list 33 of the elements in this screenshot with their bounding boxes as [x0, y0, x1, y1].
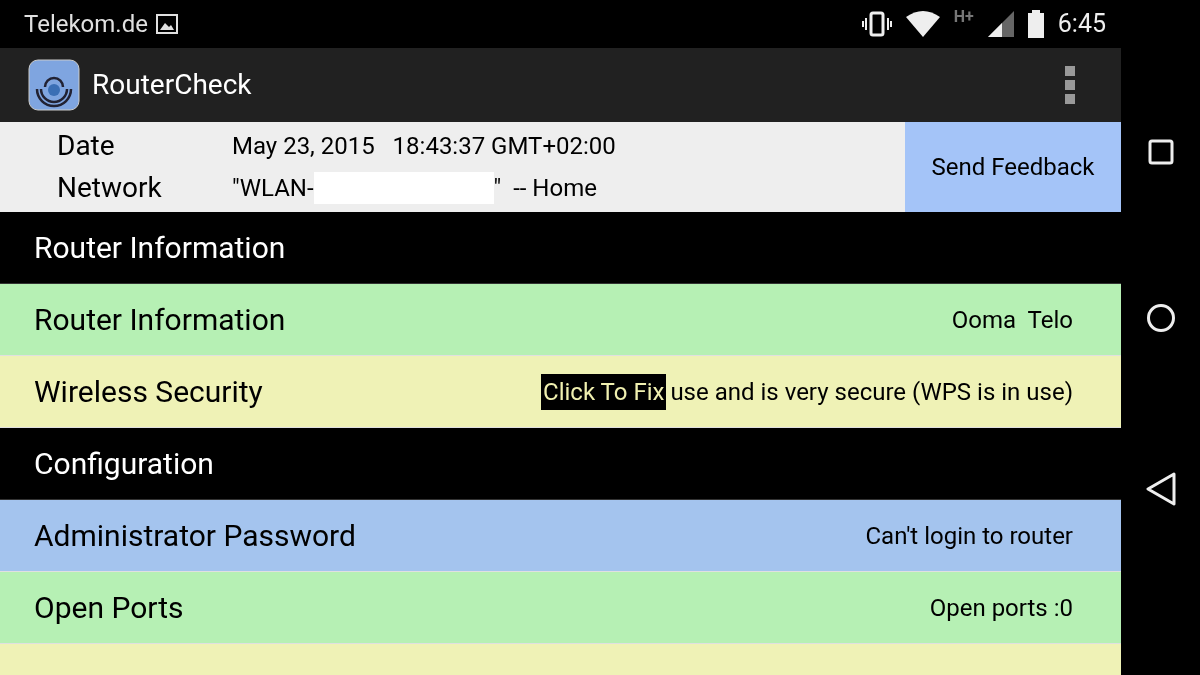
network-type: H+ [953, 6, 974, 28]
carrier-name: Telekom.de [24, 9, 148, 40]
network-prefix: "WLAN- [232, 173, 314, 204]
status-row[interactable]: Wireless Security Click To Fix use and is very secure (WPS is in use) [0, 356, 1121, 428]
row-value: Can't login to router [865, 520, 1074, 552]
overflow-menu-icon[interactable] [1065, 66, 1075, 104]
network-suffix: " -- Home [493, 173, 597, 204]
status-row[interactable]: Router Information Ooma Telo [0, 284, 1121, 356]
info-value: May 23, 2015 18:43:37 GMT+02:00 [232, 131, 616, 162]
info-label: Date [57, 128, 116, 164]
status-row[interactable]: Administrator Password Can't login to router [0, 500, 1121, 572]
click-to-fix-button[interactable]: Click To Fix [541, 373, 667, 410]
row-value: use and is very secure (WPS is in use) [670, 376, 1074, 408]
home-icon[interactable] [1145, 303, 1176, 334]
app-title: RouterCheck [92, 67, 252, 103]
image-icon [155, 14, 178, 34]
back-icon[interactable] [1144, 471, 1177, 506]
row-label: Open Ports [34, 589, 184, 627]
signal-icon [987, 11, 1014, 37]
info-label: Network [57, 170, 163, 206]
row-label: Wireless Security [34, 373, 263, 411]
recents-icon[interactable] [1147, 139, 1174, 166]
battery-icon [1027, 10, 1044, 38]
row-value: Ooma Telo [951, 304, 1074, 336]
vibrate-icon [861, 11, 892, 37]
status-row[interactable]: Open Ports Open ports :0 [0, 572, 1121, 644]
send-feedback-button[interactable]: Send Feedback [905, 122, 1121, 212]
row-label: Administrator Password [34, 517, 356, 555]
wifi-icon [905, 11, 940, 37]
row-label: Router Information [34, 301, 286, 339]
row-value: Open ports :0 [929, 592, 1074, 624]
clock: 6:45 [1057, 8, 1106, 41]
app-logo-icon [28, 59, 80, 111]
